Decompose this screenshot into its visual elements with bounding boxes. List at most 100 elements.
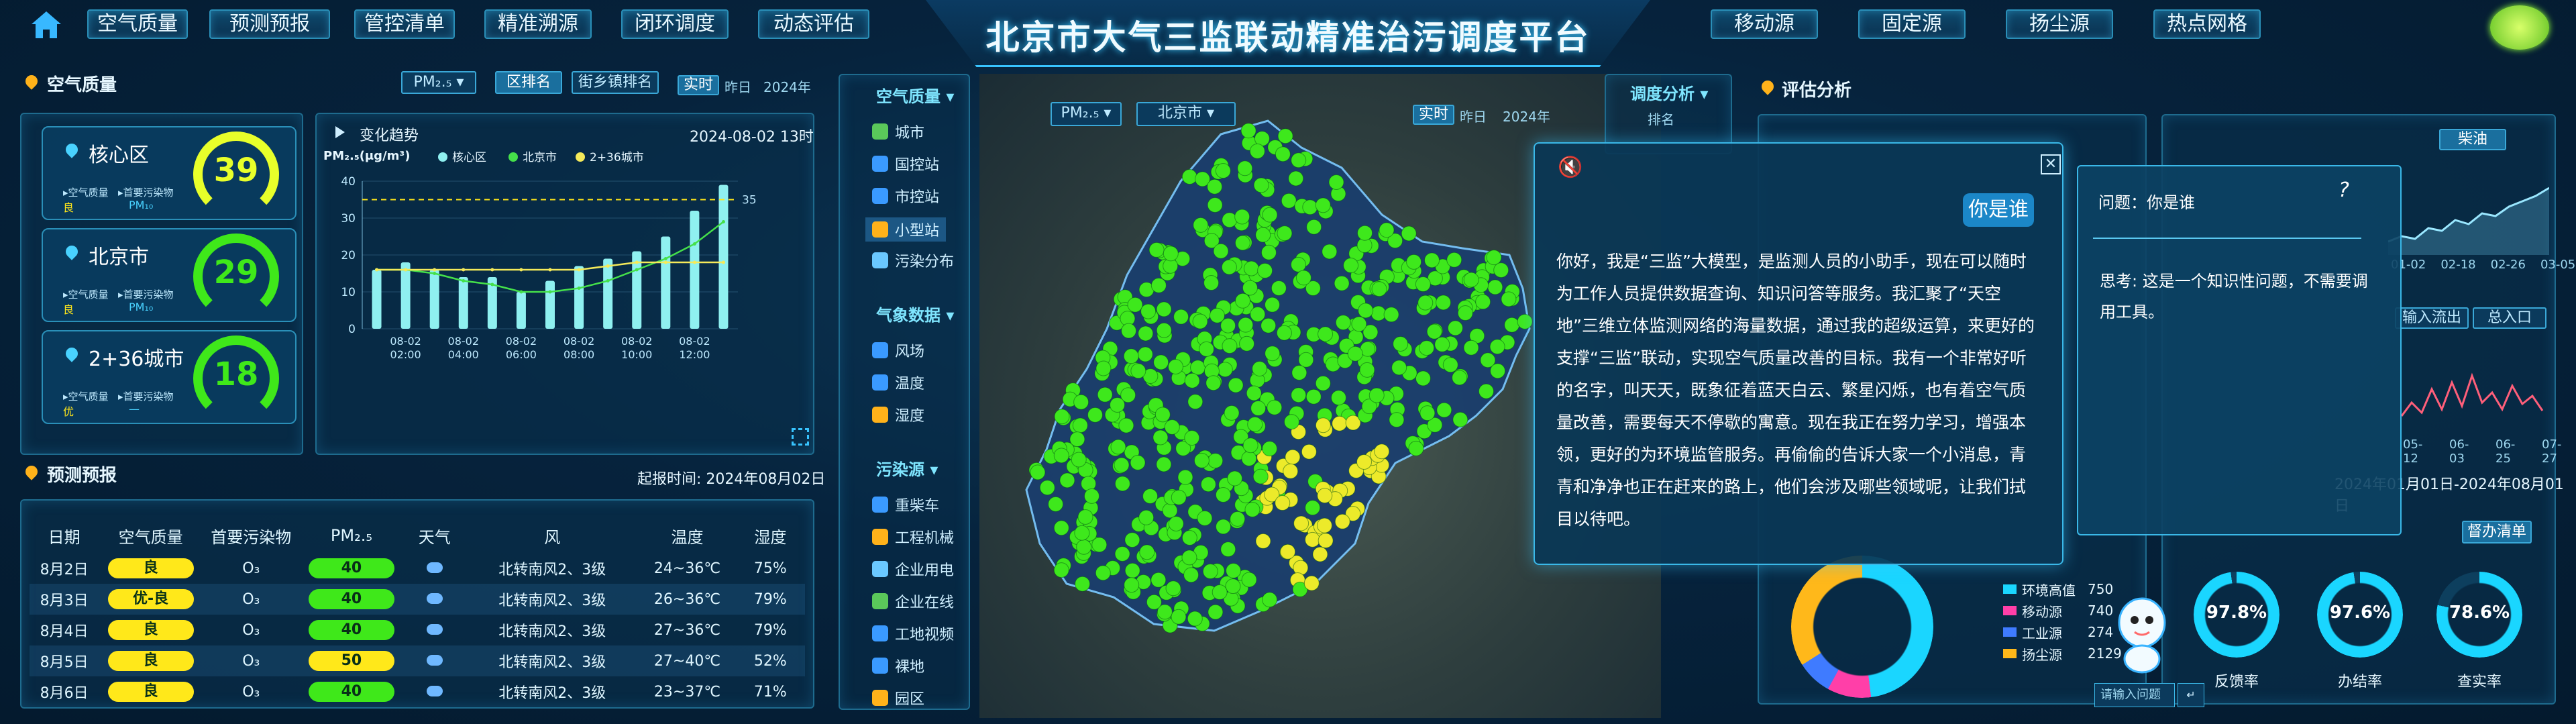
station-dot[interactable]: [1463, 272, 1479, 288]
sidebar-item[interactable]: 城市: [872, 121, 924, 142]
nav-mobile-button[interactable]: 移动源: [1711, 9, 1818, 39]
station-dot[interactable]: [1225, 578, 1241, 594]
station-dot[interactable]: [1280, 544, 1296, 560]
station-dot[interactable]: [1408, 440, 1424, 456]
station-dot[interactable]: [1252, 361, 1268, 377]
station-dot[interactable]: [1252, 468, 1269, 484]
station-dot[interactable]: [1291, 256, 1307, 272]
station-dot[interactable]: [1275, 495, 1291, 511]
station-dot[interactable]: [1127, 297, 1143, 313]
station-dot[interactable]: [1241, 450, 1257, 466]
station-dot[interactable]: [1475, 294, 1491, 310]
station-dot[interactable]: [1250, 306, 1266, 322]
table-row[interactable]: 8月5日 良 O₃ 50 北转南风2、3级 27~40℃ 52%: [30, 645, 805, 676]
station-dot[interactable]: [1207, 197, 1223, 213]
station-dot[interactable]: [1262, 207, 1278, 223]
station-dot[interactable]: [1249, 143, 1265, 159]
nav-control-button[interactable]: 管控清单: [354, 9, 455, 39]
nav-assess-button[interactable]: 动态评估: [758, 9, 869, 39]
station-dot[interactable]: [1334, 513, 1350, 529]
station-dot[interactable]: [1283, 463, 1299, 479]
station-dot[interactable]: [1283, 414, 1299, 430]
station-dot[interactable]: [1262, 441, 1278, 457]
station-dot[interactable]: [1181, 530, 1197, 546]
station-dot[interactable]: [1165, 580, 1181, 597]
sidebar-section-title[interactable]: 污染源 ▾: [876, 456, 938, 480]
schedule-title[interactable]: 调度分析 ▾: [1630, 81, 1708, 104]
station-dot[interactable]: [1335, 315, 1351, 331]
station-dot[interactable]: [1240, 123, 1256, 139]
station-dot[interactable]: [1298, 352, 1314, 368]
station-dot[interactable]: [1069, 431, 1085, 448]
station-dot[interactable]: [1487, 279, 1503, 295]
station-dot[interactable]: [1234, 235, 1250, 251]
station-dot[interactable]: [1110, 397, 1126, 413]
bar-mark[interactable]: [516, 292, 526, 329]
station-dot[interactable]: [1446, 252, 1462, 268]
station-dot[interactable]: [1187, 394, 1203, 410]
station-dot[interactable]: [1452, 370, 1468, 386]
station-dot[interactable]: [1238, 317, 1254, 333]
station-dot[interactable]: [1226, 563, 1242, 579]
station-dot[interactable]: [1434, 336, 1450, 352]
station-dot[interactable]: [1071, 452, 1087, 468]
sidebar-section-title[interactable]: 空气质量 ▾: [876, 83, 954, 107]
station-dot[interactable]: [1148, 242, 1165, 258]
station-dot[interactable]: [1303, 575, 1320, 591]
sidebar-item[interactable]: 国控站: [872, 153, 939, 174]
sidebar-item[interactable]: 企业在线: [872, 590, 954, 612]
station-dot[interactable]: [1208, 453, 1224, 469]
station-dot[interactable]: [1167, 359, 1183, 375]
sidebar-item[interactable]: 裸地: [872, 655, 924, 676]
station-dot[interactable]: [1208, 604, 1224, 620]
tab-realtime[interactable]: 实时: [678, 75, 719, 95]
station-dot[interactable]: [1137, 346, 1153, 362]
station-dot[interactable]: [1281, 193, 1297, 209]
station-dot[interactable]: [1121, 323, 1137, 339]
bar-mark[interactable]: [429, 270, 439, 329]
station-dot[interactable]: [1140, 303, 1157, 319]
station-dot[interactable]: [1285, 449, 1301, 465]
station-dot[interactable]: [1205, 375, 1222, 391]
station-dot[interactable]: [1077, 509, 1093, 525]
station-dot[interactable]: [1343, 258, 1359, 274]
station-dot[interactable]: [1202, 564, 1218, 580]
station-dot[interactable]: [1227, 470, 1243, 486]
station-dot[interactable]: [1235, 293, 1251, 309]
station-dot[interactable]: [1374, 444, 1390, 460]
map-tab-yesterday[interactable]: 昨日: [1460, 106, 1487, 125]
station-dot[interactable]: [1230, 511, 1246, 527]
station-dot[interactable]: [1312, 546, 1328, 562]
station-dot[interactable]: [1317, 488, 1333, 504]
station-dot[interactable]: [1243, 260, 1259, 276]
station-dot[interactable]: [1262, 592, 1278, 608]
station-dot[interactable]: [1073, 394, 1089, 410]
station-dot[interactable]: [1224, 405, 1240, 421]
station-dot[interactable]: [1415, 370, 1431, 386]
bar-mark[interactable]: [661, 236, 671, 329]
station-dot[interactable]: [1277, 128, 1293, 144]
station-dot[interactable]: [1150, 277, 1167, 293]
chip-inflow-outflow[interactable]: 输入流出: [2395, 307, 2469, 329]
station-dot[interactable]: [1095, 360, 1112, 376]
station-dot[interactable]: [1401, 225, 1417, 242]
station-dot[interactable]: [1255, 533, 1271, 549]
station-dot[interactable]: [1306, 219, 1322, 235]
bar-mark[interactable]: [718, 185, 729, 329]
station-dot[interactable]: [1383, 307, 1399, 323]
station-dot[interactable]: [1504, 317, 1520, 333]
station-dot[interactable]: [1213, 243, 1229, 259]
station-dot[interactable]: [1315, 197, 1331, 213]
sidebar-item[interactable]: 工地视频: [872, 623, 954, 644]
station-dot[interactable]: [1114, 457, 1130, 473]
station-dot[interactable]: [1139, 544, 1155, 560]
station-dot[interactable]: [1244, 501, 1260, 517]
station-dot[interactable]: [1267, 399, 1283, 415]
station-dot[interactable]: [1347, 346, 1363, 362]
station-dot[interactable]: [1173, 309, 1189, 325]
map-pollutant-select[interactable]: PM₂.₅ ▾: [1051, 102, 1122, 126]
station-dot[interactable]: [1358, 303, 1374, 319]
station-dot[interactable]: [1215, 163, 1231, 179]
nav-air-button[interactable]: 空气质量: [87, 9, 188, 39]
table-row[interactable]: 8月2日 良 O₃ 40 北转南风2、3级 24~36℃ 75%: [30, 553, 805, 584]
